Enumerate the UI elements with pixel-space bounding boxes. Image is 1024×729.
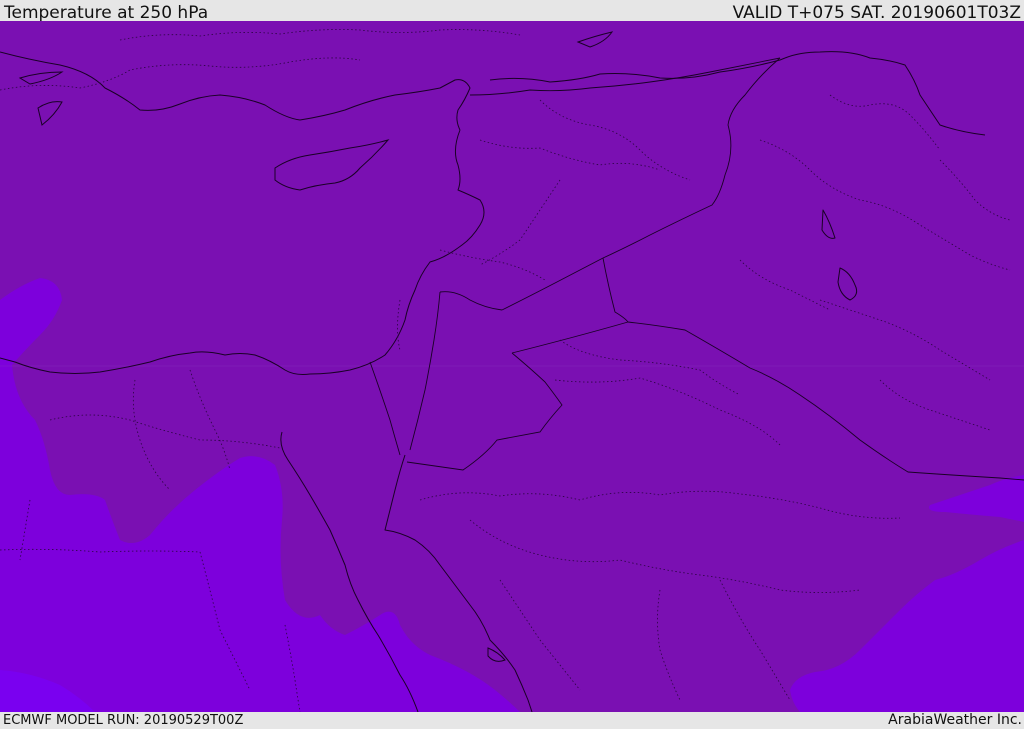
bottom-bar: ECMWF MODEL RUN: 20190529T00Z ArabiaWeat… bbox=[0, 712, 1024, 729]
valid-time: VALID T+075 SAT. 20190601T03Z bbox=[732, 3, 1021, 23]
map-canvas bbox=[0, 21, 1024, 712]
map-title: Temperature at 250 hPa bbox=[4, 3, 209, 23]
weather-map[interactable] bbox=[0, 21, 1024, 712]
credit: ArabiaWeather Inc. bbox=[888, 712, 1022, 728]
top-bar: Temperature at 250 hPa VALID T+075 SAT. … bbox=[0, 0, 1024, 23]
model-run: ECMWF MODEL RUN: 20190529T00Z bbox=[3, 713, 244, 728]
